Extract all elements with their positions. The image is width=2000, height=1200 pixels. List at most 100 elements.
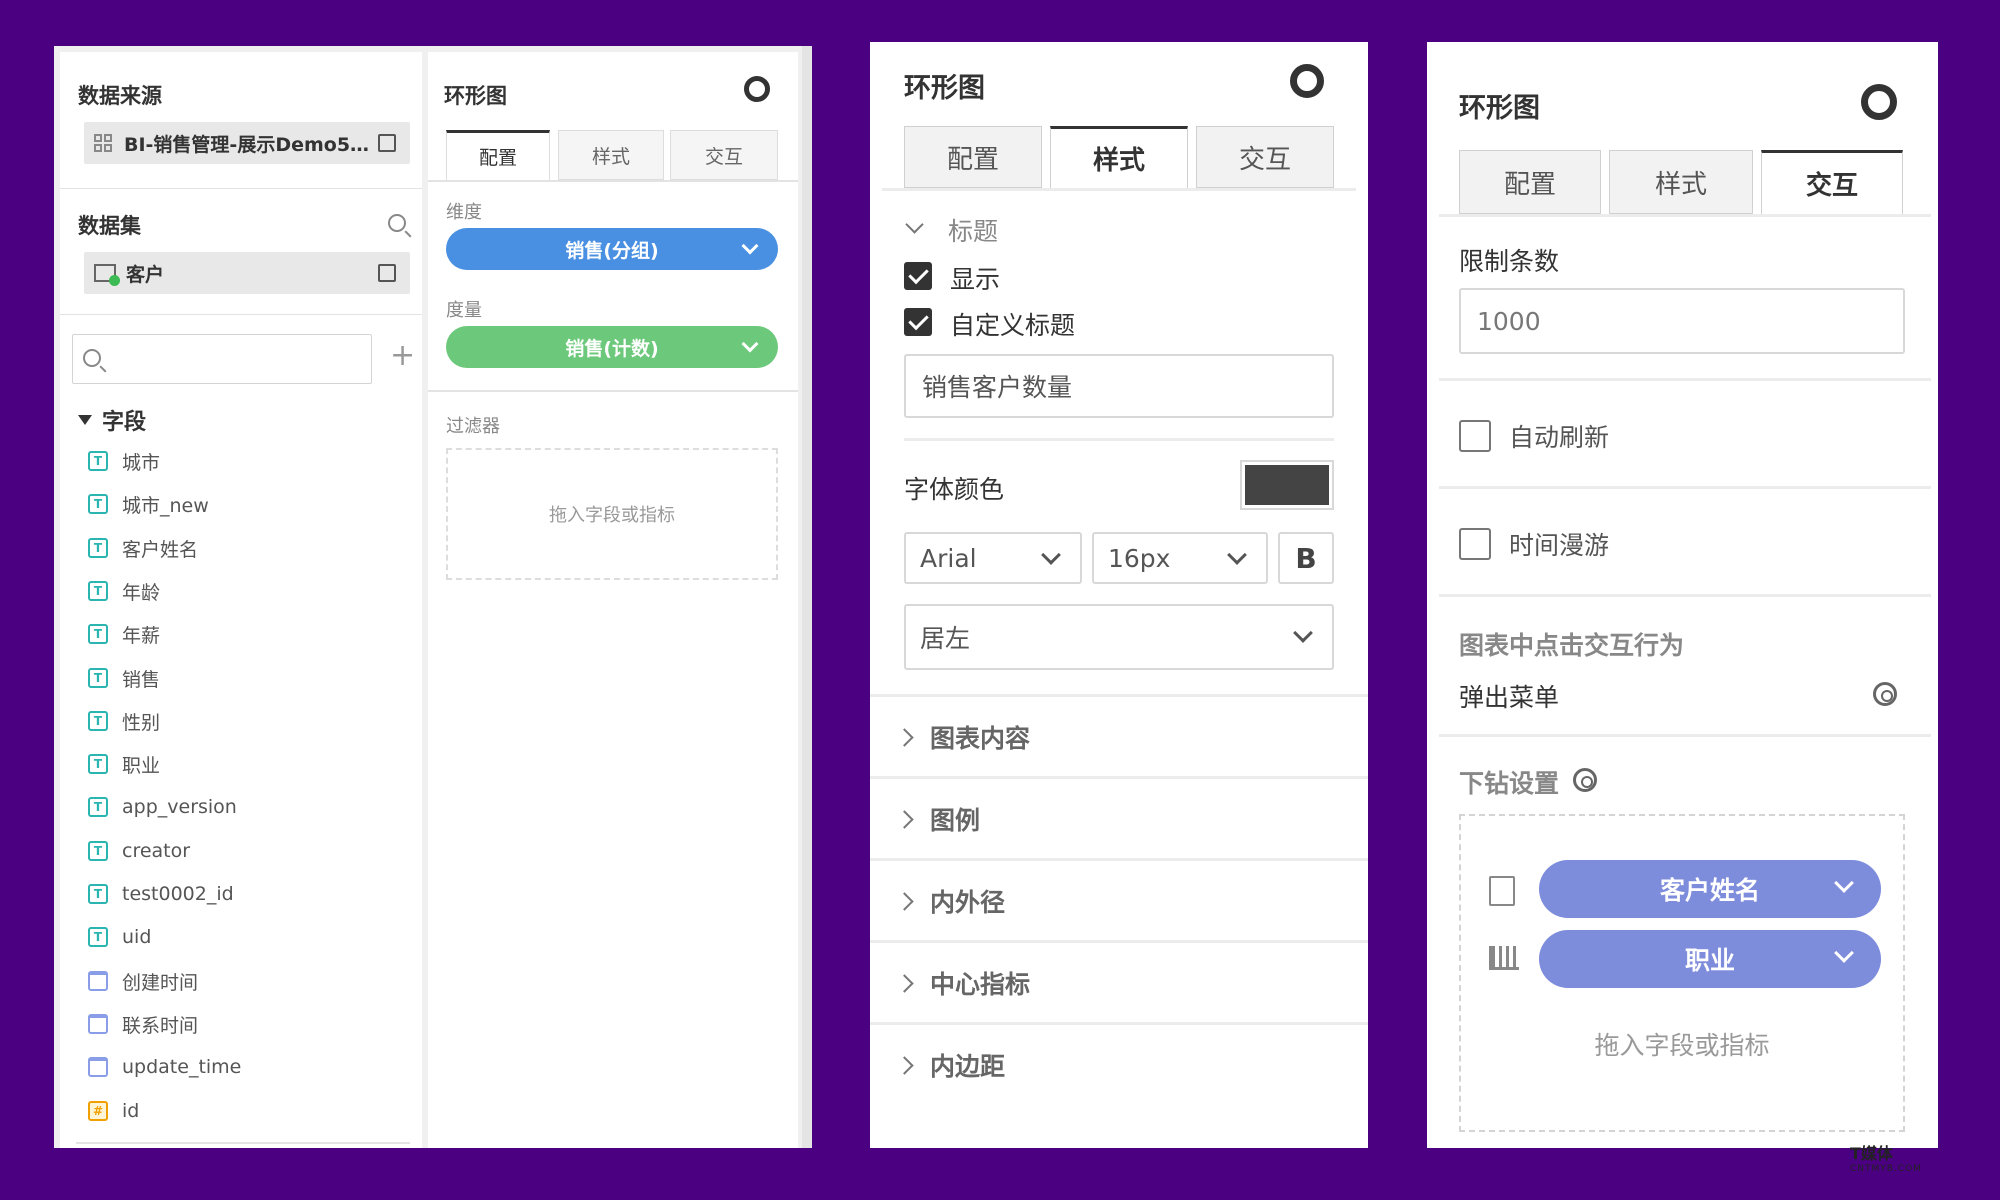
calendar-icon	[88, 1014, 108, 1034]
field-item[interactable]: Tapp_version	[88, 792, 237, 822]
tab-interaction[interactable]: 交互	[670, 130, 778, 180]
section-padding[interactable]: 内边距	[870, 1022, 1368, 1104]
field-label: 联系时间	[122, 1014, 199, 1037]
watermark-name: T媒体	[1850, 1144, 1893, 1163]
field-item[interactable]: T 销售	[88, 663, 160, 693]
custom-title-input[interactable]: 销售客户数量	[904, 354, 1334, 418]
time-roam-label: 时间漫游	[1509, 531, 1610, 560]
chevron-right-icon	[895, 810, 914, 829]
tab-config[interactable]: 配置	[904, 126, 1042, 188]
field-item[interactable]: Ttest0002_id	[88, 879, 234, 909]
divider	[428, 390, 798, 392]
copy-icon[interactable]	[378, 264, 396, 282]
custom-title-checkbox[interactable]	[904, 308, 932, 336]
gear-icon[interactable]	[1573, 768, 1597, 792]
field-label: 创建时间	[122, 971, 199, 994]
field-item[interactable]: T 性别	[88, 706, 160, 736]
scrollbar[interactable]	[802, 46, 812, 1148]
section-legend[interactable]: 图例	[870, 776, 1368, 858]
divider	[882, 188, 1356, 191]
tab-interaction[interactable]: 交互	[1761, 150, 1903, 214]
field-item[interactable]: update_time	[88, 1052, 241, 1082]
drill-field-pill[interactable]: 职业	[1539, 930, 1881, 988]
chevron-down-icon[interactable]	[905, 215, 924, 234]
tab-style[interactable]: 样式	[1050, 126, 1188, 188]
chevron-right-icon	[895, 728, 914, 747]
drill-field-label: 客户姓名	[1659, 876, 1760, 905]
tab-style[interactable]: 样式	[558, 130, 664, 180]
section-radius[interactable]: 内外径	[870, 858, 1368, 940]
section-chart-content[interactable]: 图表内容	[870, 694, 1368, 776]
limit-input[interactable]: 1000	[1459, 288, 1905, 354]
tab-config[interactable]: 配置	[446, 130, 550, 180]
tab-interaction[interactable]: 交互	[1196, 126, 1334, 188]
field-label: 性别	[122, 711, 161, 734]
chevron-down-icon[interactable]	[741, 237, 759, 255]
auto-refresh-checkbox[interactable]	[1459, 420, 1491, 452]
text-field-icon: T	[88, 538, 108, 558]
section-label: 内边距	[930, 1051, 1006, 1081]
drill-drop-zone[interactable]: 客户姓名 职业 拖入字段或指标	[1459, 814, 1905, 1132]
search-icon[interactable]	[388, 214, 406, 232]
section-center-metric[interactable]: 中心指标	[870, 940, 1368, 1022]
field-search-input[interactable]	[72, 334, 372, 384]
number-field-icon: #	[88, 1101, 108, 1121]
field-label: 职业	[122, 754, 161, 777]
fields-title: 字段	[102, 410, 147, 435]
search-icon	[83, 349, 101, 367]
font-family-select[interactable]: Arial	[904, 532, 1082, 584]
datasource-icon	[94, 134, 112, 152]
chart-title: 环形图	[444, 84, 507, 108]
field-item[interactable]: # id	[88, 1096, 139, 1126]
text-field-icon: T	[88, 841, 108, 861]
font-size-select[interactable]: 16px	[1092, 532, 1268, 584]
measure-field-pill[interactable]: 销售(计数)	[446, 326, 778, 368]
font-color-picker[interactable]	[1240, 460, 1334, 510]
field-item[interactable]: T 年龄	[88, 576, 160, 606]
dimension-field-pill[interactable]: 销售(分组)	[446, 228, 778, 270]
field-item[interactable]: Tcreator	[88, 836, 190, 866]
copy-icon[interactable]	[378, 134, 396, 152]
show-title-checkbox[interactable]	[904, 262, 932, 290]
chevron-down-icon	[1041, 545, 1061, 565]
datasource-title: 数据来源	[78, 84, 162, 108]
dataset-selector[interactable]: 客户	[84, 252, 410, 294]
field-item[interactable]: T 客户姓名	[88, 533, 198, 563]
text-field-icon: T	[88, 581, 108, 601]
divider	[1439, 214, 1931, 217]
tab-style[interactable]: 样式	[1609, 150, 1753, 214]
field-item[interactable]: T 年薪	[88, 619, 160, 649]
field-label: update_time	[122, 1056, 242, 1078]
field-item[interactable]: 创建时间	[88, 966, 198, 996]
field-item[interactable]: T 城市_new	[88, 489, 209, 519]
bold-button[interactable]: B	[1278, 532, 1334, 584]
add-icon[interactable]: +	[390, 338, 415, 373]
divider	[1439, 378, 1931, 381]
divider	[1439, 734, 1931, 737]
click-behavior-value[interactable]: 弹出菜单	[1459, 678, 1559, 714]
tab-config[interactable]: 配置	[1459, 150, 1601, 214]
align-select[interactable]: 居左	[904, 604, 1334, 670]
field-item[interactable]: T 职业	[88, 749, 160, 779]
table-icon	[94, 264, 120, 286]
dimension-label: 维度	[446, 202, 482, 223]
field-item[interactable]: 联系时间	[88, 1009, 198, 1039]
field-item[interactable]: T 城市	[88, 446, 160, 476]
click-behavior-label: 图表中点击交互行为	[1459, 631, 1685, 660]
gear-icon[interactable]	[1873, 682, 1897, 706]
chevron-down-icon[interactable]	[1834, 943, 1854, 963]
datasource-selector[interactable]: BI-销售管理-展示Demo5…	[84, 122, 410, 164]
chevron-down-icon[interactable]	[741, 335, 759, 353]
filter-drop-zone[interactable]: 拖入字段或指标	[446, 448, 778, 580]
bar-chart-icon	[1489, 946, 1519, 970]
title-section-label[interactable]: 标题	[948, 212, 998, 248]
watermark-sub: CNTMYB.COM	[1850, 1164, 1922, 1174]
field-item[interactable]: Tuid	[88, 922, 151, 952]
fields-header[interactable]: 字段	[78, 404, 146, 436]
drill-field-pill[interactable]: 客户姓名	[1539, 860, 1881, 918]
chevron-down-icon[interactable]	[1834, 873, 1854, 893]
time-roam-checkbox[interactable]	[1459, 528, 1491, 560]
filter-label: 过滤器	[446, 416, 500, 437]
field-label: 城市	[122, 451, 161, 474]
interaction-panel: 环形图 配置 样式 交互 限制条数 1000 自动刷新 时间漫游 图表中点击交互…	[1427, 42, 1938, 1148]
